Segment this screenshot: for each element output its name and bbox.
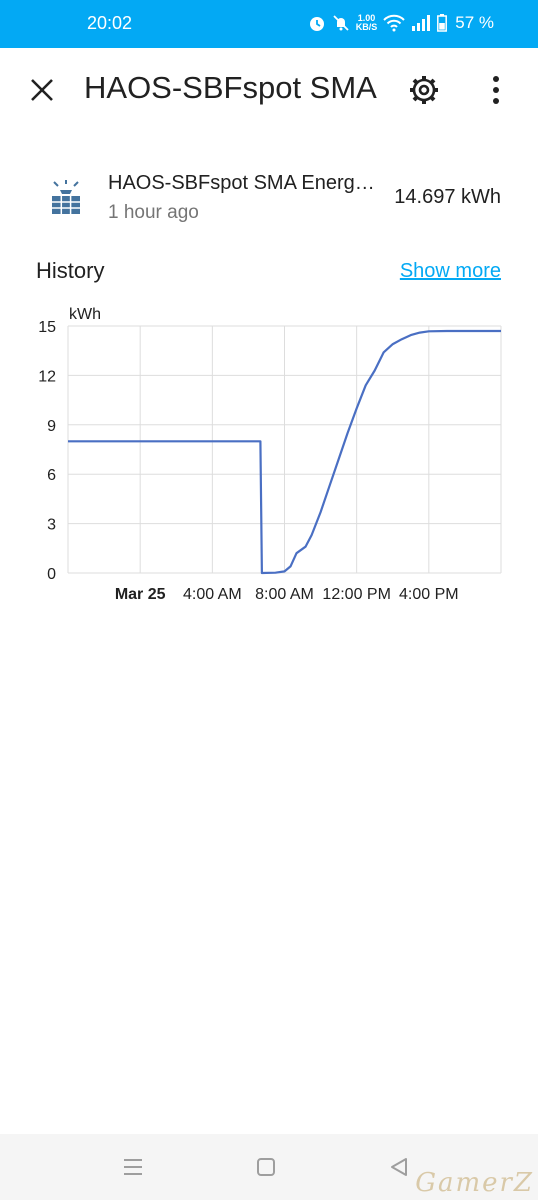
solar-panel-icon xyxy=(52,180,80,214)
chart-grid xyxy=(67,325,502,574)
show-more-link[interactable]: Show more xyxy=(400,260,501,283)
x-tick-label: Mar 25 xyxy=(115,586,166,603)
home-button[interactable] xyxy=(253,1154,279,1180)
back-button[interactable] xyxy=(386,1154,412,1180)
x-tick-label: 8:00 AM xyxy=(255,586,314,603)
gear-icon xyxy=(410,76,438,104)
chart-x-axis: Mar 25 4:00 AM 8:00 AM 12:00 PM 4:00 PM xyxy=(115,586,459,603)
entity-name: HAOS-SBFspot SMA Energy Today xyxy=(108,172,376,194)
square-icon xyxy=(257,1158,275,1176)
mute-icon xyxy=(333,15,349,31)
y-tick-label: 15 xyxy=(38,319,56,336)
status-icons: 1.00 KB/S 57 % xyxy=(308,13,494,33)
x-tick-label: 12:00 PM xyxy=(322,586,390,603)
signal-icon xyxy=(412,15,431,31)
dialog-header: HAOS-SBFspot SMA xyxy=(0,48,538,132)
y-tick-label: 3 xyxy=(47,517,56,534)
close-icon xyxy=(31,79,53,101)
more-vertical-icon xyxy=(493,76,499,104)
y-tick-label: 12 xyxy=(38,368,56,385)
close-button[interactable] xyxy=(24,72,60,108)
battery-percent: 57 % xyxy=(455,13,494,32)
more-options-button[interactable] xyxy=(482,70,510,110)
wifi-icon xyxy=(383,14,405,32)
x-tick-label: 4:00 AM xyxy=(183,586,242,603)
status-time: 20:02 xyxy=(87,13,133,33)
settings-button[interactable] xyxy=(404,70,444,110)
history-title: History xyxy=(36,258,105,283)
entity-row[interactable]: HAOS-SBFspot SMA Energy Today 1 hour ago… xyxy=(0,160,538,236)
x-tick-label: 4:00 PM xyxy=(399,586,459,603)
chart-y-axis: 0 3 6 9 12 15 xyxy=(38,319,56,583)
entity-state: 14.697 kWh xyxy=(394,186,501,208)
y-tick-label: 6 xyxy=(47,467,56,484)
net-speed: 1.00 KB/S xyxy=(355,13,378,32)
y-tick-label: 0 xyxy=(47,566,56,583)
dialog-title: HAOS-SBFspot SMA xyxy=(84,70,377,105)
y-axis-unit-label: kWh xyxy=(69,306,101,323)
battery-icon xyxy=(437,14,448,32)
watermark-logo: GamerZ xyxy=(415,1168,534,1198)
entity-last-updated: 1 hour ago xyxy=(108,202,199,223)
menu-icon xyxy=(124,1159,142,1175)
y-tick-label: 9 xyxy=(47,418,56,435)
alarm-icon xyxy=(309,17,324,31)
status-bar: 20:02 1.00 KB/S 57 % xyxy=(0,0,538,48)
recents-button[interactable] xyxy=(120,1154,146,1180)
history-chart: 0 3 6 9 12 15 Mar 25 4:00 AM 8:00 AM 12:00 PM 4:0… xyxy=(38,306,502,603)
back-triangle-icon xyxy=(391,1158,407,1176)
